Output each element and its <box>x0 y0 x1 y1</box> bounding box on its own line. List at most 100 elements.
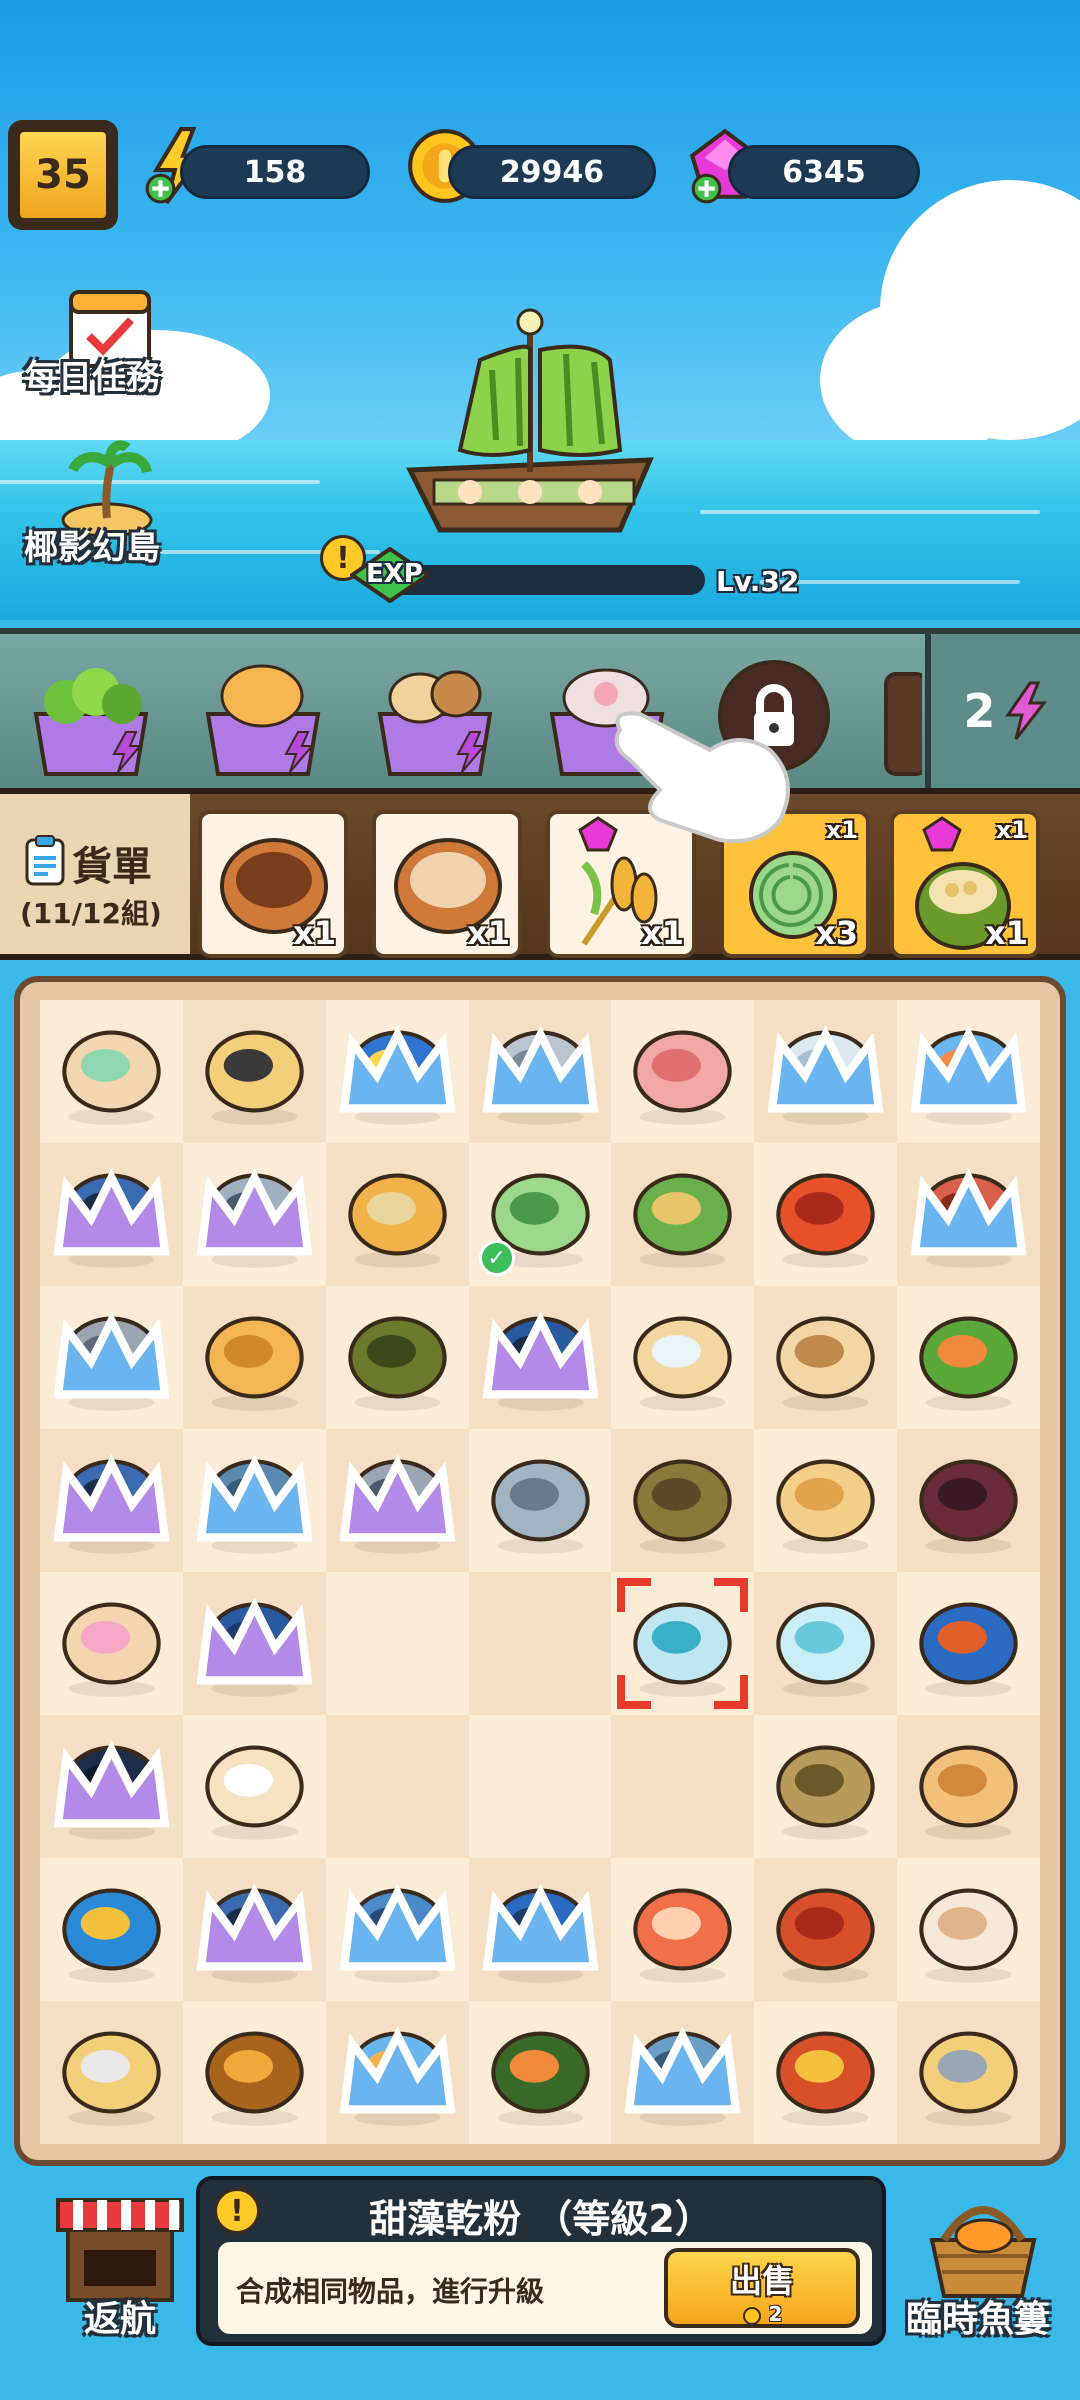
board-cell[interactable] <box>468 1000 612 1143</box>
salad-bowl-generator[interactable] <box>26 654 156 784</box>
board-cell[interactable] <box>897 1286 1040 1429</box>
tap-hint-hand-icon <box>614 711 790 844</box>
board-cell[interactable] <box>325 1429 469 1572</box>
blue-red-fish-icon <box>919 1602 1018 1697</box>
board-cell[interactable] <box>897 1858 1040 2001</box>
sell-button[interactable]: 出售 2 <box>664 2248 860 2328</box>
ship-exp: ! EXP Lv.32 <box>320 535 820 603</box>
board-cell[interactable] <box>325 1572 469 1715</box>
order-card[interactable]: x1 x1 <box>890 810 1040 958</box>
energy-counter[interactable]: 158 <box>180 145 370 199</box>
board-cell[interactable] <box>468 1429 612 1572</box>
leaf-wrap-2-icon <box>919 1316 1018 1411</box>
board-cell[interactable] <box>611 2001 755 2144</box>
board-cell[interactable] <box>182 2001 326 2144</box>
board-cell[interactable] <box>754 1000 898 1143</box>
board-grid: ✓ <box>40 1000 1040 2144</box>
board-cell[interactable] <box>325 1286 469 1429</box>
seaweed-star-icon <box>490 2031 590 2126</box>
shell-bowl-generator[interactable] <box>198 654 328 784</box>
crown-icon <box>53 1168 170 1256</box>
board-cell[interactable] <box>182 1858 326 2001</box>
crown-icon <box>53 1740 170 1828</box>
board-cell[interactable] <box>182 1000 326 1143</box>
board-cell[interactable] <box>897 1000 1040 1143</box>
board-cell[interactable] <box>611 1715 755 1858</box>
coin-counter[interactable]: 29946 <box>448 145 656 199</box>
player-level: 35 <box>16 128 110 222</box>
board-cell[interactable] <box>40 1429 183 1572</box>
board-cell[interactable] <box>897 2001 1040 2144</box>
board-cell[interactable] <box>468 1858 612 2001</box>
fish-basket-button[interactable]: 臨時魚簍 <box>888 2180 1068 2380</box>
barrel-generator[interactable] <box>882 654 922 784</box>
board-cell[interactable] <box>182 1429 326 1572</box>
board-cell[interactable] <box>611 1429 755 1572</box>
order-card[interactable]: x1 <box>198 810 348 958</box>
honey-jar-icon <box>205 2031 304 2126</box>
board-cell[interactable] <box>40 1572 183 1715</box>
crown-icon <box>196 1883 313 1971</box>
board-cell[interactable] <box>40 2001 183 2144</box>
return-button[interactable]: 返航 <box>40 2180 200 2380</box>
ship-image[interactable] <box>380 290 680 560</box>
crown-icon <box>910 1168 1027 1256</box>
board-cell[interactable] <box>611 1572 755 1715</box>
board-cell[interactable]: ✓ <box>468 1143 612 1286</box>
board-cell[interactable] <box>325 2001 469 2144</box>
board-cell[interactable] <box>754 1858 898 2001</box>
green-vase-icon <box>348 1316 447 1411</box>
selection-corner <box>714 1675 749 1709</box>
board-cell[interactable] <box>468 1572 612 1715</box>
board-cell[interactable] <box>897 1572 1040 1715</box>
selection-corner <box>617 1578 652 1612</box>
board-cell[interactable] <box>754 2001 898 2144</box>
player-level-badge[interactable]: 35 <box>8 120 118 230</box>
board-cell[interactable] <box>611 1286 755 1429</box>
generator-strip: 2 <box>0 628 1080 788</box>
board-cell[interactable] <box>468 1286 612 1429</box>
coin-value: 29946 <box>499 154 605 190</box>
board-cell[interactable] <box>468 1715 612 1858</box>
clipboard-icon <box>25 835 65 886</box>
board-cell[interactable] <box>40 1858 183 2001</box>
board-cell[interactable] <box>754 1143 898 1286</box>
bread-bowl-generator[interactable] <box>370 654 500 784</box>
board-cell[interactable] <box>182 1143 326 1286</box>
board-cell[interactable] <box>325 1858 469 2001</box>
island-label: 椰影幻島 <box>24 528 160 568</box>
board-cell[interactable] <box>325 1143 469 1286</box>
board-cell[interactable] <box>611 1143 755 1286</box>
board-cell[interactable] <box>40 1715 183 1858</box>
daily-tasks-button[interactable]: 每日任務 <box>12 282 172 412</box>
energy-cost-value: 2 <box>963 684 996 738</box>
board-cell[interactable] <box>897 1715 1040 1858</box>
board-cell[interactable] <box>468 2001 612 2144</box>
board-cell[interactable] <box>754 1715 898 1858</box>
board-cell[interactable] <box>40 1286 183 1429</box>
board-cell[interactable] <box>40 1000 183 1143</box>
board-cell[interactable] <box>182 1572 326 1715</box>
order-card[interactable]: x1 <box>372 810 522 958</box>
board-cell[interactable] <box>182 1715 326 1858</box>
orders-button[interactable]: 貨單 (11/12組) <box>0 794 190 954</box>
board-cell[interactable] <box>897 1429 1040 1572</box>
board-cell[interactable] <box>754 1286 898 1429</box>
board-cell[interactable] <box>611 1858 755 2001</box>
board-cell[interactable] <box>182 1286 326 1429</box>
shrimp-icon <box>633 1888 733 1983</box>
black-rock-sand-icon <box>205 1030 304 1125</box>
island-button[interactable]: 椰影幻島 <box>12 440 172 580</box>
board-cell[interactable] <box>897 1143 1040 1286</box>
board-cell[interactable] <box>754 1429 898 1572</box>
cloud <box>820 300 1020 460</box>
board-cell[interactable] <box>754 1572 898 1715</box>
gem-counter[interactable]: 6345 <box>728 145 920 199</box>
board-cell[interactable] <box>611 1000 755 1143</box>
crown-icon <box>53 1311 170 1399</box>
order-qty: x1 <box>985 914 1028 952</box>
board-cell[interactable] <box>325 1715 469 1858</box>
board-cell[interactable] <box>40 1143 183 1286</box>
board-cell[interactable] <box>325 1000 469 1143</box>
crown-icon <box>196 1454 313 1542</box>
